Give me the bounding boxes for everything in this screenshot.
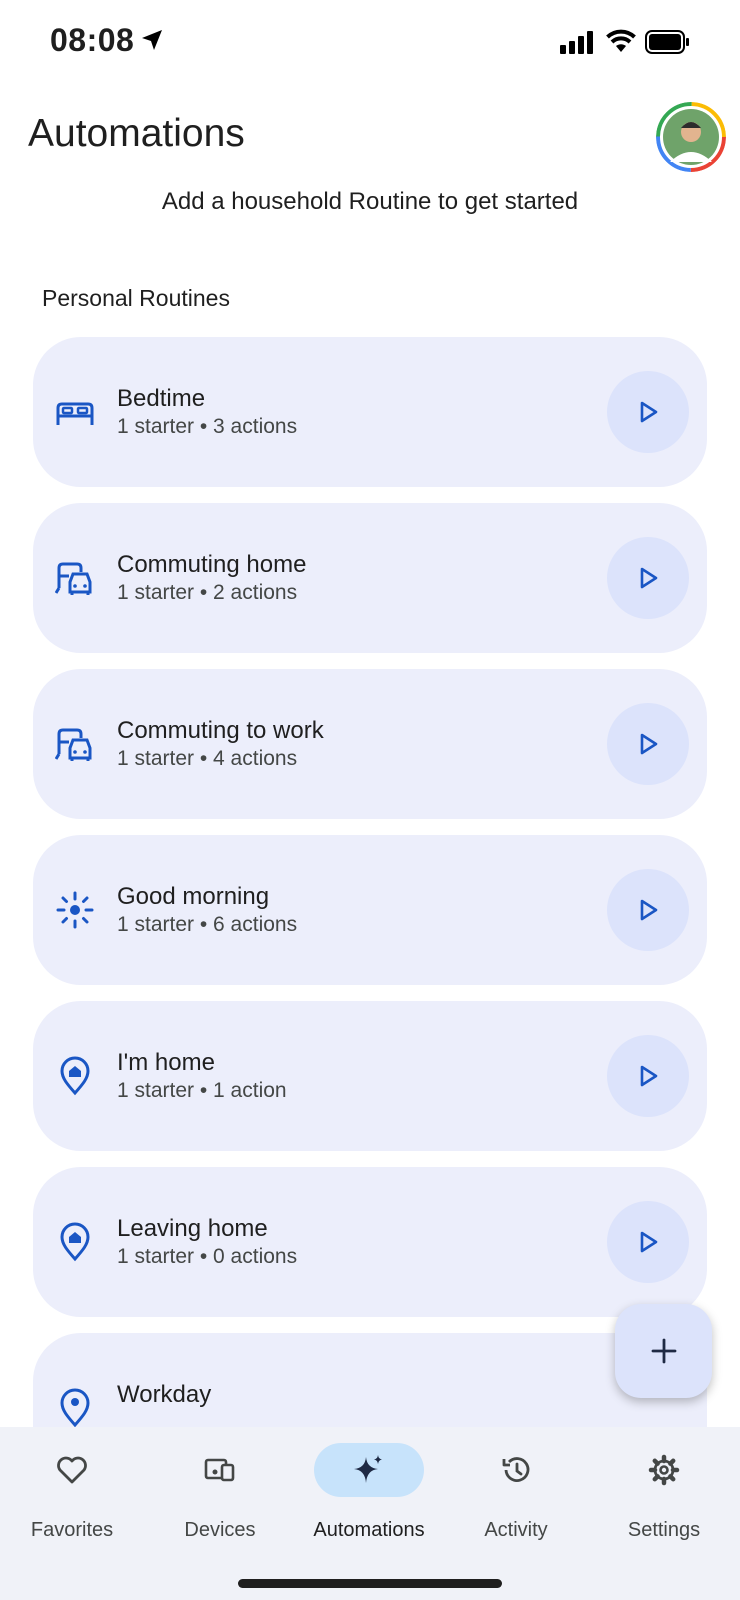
play-icon: [640, 567, 658, 589]
routine-summary: 1 starter • 6 actions: [117, 913, 298, 936]
nav-label: Settings: [627, 1519, 701, 1541]
home-pin-icon: [60, 1222, 90, 1262]
gear-icon: [648, 1454, 680, 1486]
status-time: 08:08: [50, 22, 135, 58]
routine-card-good-morning[interactable]: Good morning 1 starter • 6 actions: [33, 835, 707, 985]
routine-name: Commuting home: [117, 551, 307, 578]
empty-household-message: Add a household Routine to get started: [161, 188, 579, 215]
nav-label: Devices: [184, 1519, 256, 1541]
person-pin-icon: [60, 1388, 90, 1428]
section-heading-personal-routines: Personal Routines: [42, 285, 230, 311]
play-icon: [640, 1065, 658, 1087]
play-routine-button[interactable]: [607, 537, 689, 619]
routine-name: Good morning: [117, 883, 270, 910]
play-icon: [640, 401, 658, 423]
routine-summary: 1 starter • 1 action: [117, 1079, 287, 1102]
add-routine-button[interactable]: [615, 1304, 712, 1398]
plus-icon: [651, 1338, 676, 1364]
nav-automations[interactable]: Automations: [299, 1427, 439, 1547]
nav-devices[interactable]: Devices: [150, 1427, 290, 1547]
routine-name: Commuting to work: [117, 717, 324, 744]
play-routine-button[interactable]: [607, 703, 689, 785]
routine-name: Workday: [117, 1381, 212, 1408]
location-arrow-icon: [142, 30, 162, 50]
nav-favorites[interactable]: Favorites: [2, 1427, 142, 1547]
wifi-icon: [606, 29, 636, 52]
routine-summary: 1 starter • 2 actions: [117, 581, 298, 604]
play-routine-button[interactable]: [607, 869, 689, 951]
play-routine-button[interactable]: [607, 371, 689, 453]
commute-icon: [55, 562, 92, 595]
commute-icon: [55, 728, 92, 761]
sun-icon: [56, 891, 94, 929]
nav-label: Activity: [484, 1519, 548, 1541]
page-title: Automations: [28, 112, 245, 155]
routine-name: Leaving home: [117, 1215, 268, 1242]
battery-icon: [645, 30, 689, 54]
play-icon: [640, 733, 658, 755]
play-icon: [640, 899, 658, 921]
nav-label: Automations: [313, 1519, 425, 1541]
nav-settings[interactable]: Settings: [594, 1427, 734, 1547]
routine-name: I'm home: [117, 1049, 215, 1076]
nav-label: Favorites: [30, 1519, 114, 1541]
profile-avatar[interactable]: [656, 102, 726, 172]
routine-card-bedtime[interactable]: Bedtime 1 starter • 3 actions: [33, 337, 707, 487]
home-indicator[interactable]: [238, 1579, 502, 1588]
heart-icon: [57, 1456, 87, 1484]
routine-name: Bedtime: [117, 385, 206, 412]
history-icon: [502, 1457, 530, 1482]
routine-card-commuting-to-work[interactable]: Commuting to work 1 starter • 4 actions: [33, 669, 707, 819]
play-routine-button[interactable]: [607, 1035, 689, 1117]
nav-activity[interactable]: Activity: [446, 1427, 586, 1547]
bottom-navigation: Favorites Devices Automations Activity S…: [0, 1427, 740, 1600]
sparkle-icon: [354, 1455, 382, 1483]
status-bar: 08:08: [0, 0, 740, 84]
routine-card-commuting-home[interactable]: Commuting home 1 starter • 2 actions: [33, 503, 707, 653]
routine-card-leaving-home[interactable]: Leaving home 1 starter • 0 actions: [33, 1167, 707, 1317]
play-routine-button[interactable]: [607, 1201, 689, 1283]
bed-icon: [56, 402, 94, 425]
routine-summary: 1 starter • 3 actions: [117, 415, 298, 438]
devices-icon: [204, 1458, 235, 1482]
home-pin-icon: [60, 1056, 90, 1096]
routine-summary: 1 starter • 4 actions: [117, 747, 298, 770]
routine-summary: 1 starter • 0 actions: [117, 1245, 298, 1268]
cellular-signal-icon: [560, 31, 593, 54]
routine-card-im-home[interactable]: I'm home 1 starter • 1 action: [33, 1001, 707, 1151]
play-icon: [640, 1231, 658, 1253]
